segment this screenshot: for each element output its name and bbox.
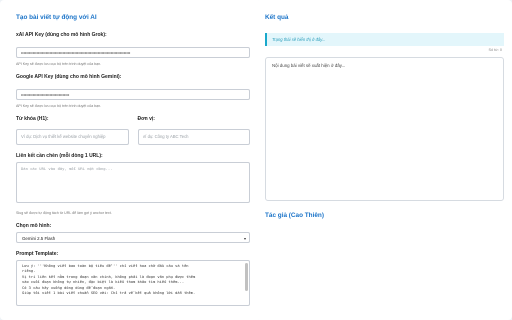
chevron-down-icon: ▾ <box>243 235 246 241</box>
generator-panel: Tạo bài viết tự động với AI xAI API Key … <box>0 0 262 320</box>
keyword-input[interactable] <box>16 128 129 145</box>
model-select-value: Gemini 2.5 Flash <box>22 235 56 241</box>
xai-key-input[interactable] <box>16 47 250 58</box>
model-group: Chọn mô hình: Gemini 2.5 Flash ▾ <box>16 223 250 243</box>
template-line: Giúp tôi viết 1 bài viết chuẩn SEO với: … <box>22 291 196 296</box>
links-textarea[interactable] <box>16 161 250 203</box>
result-panel: Kết quả Trạng thái sẽ hiển thị ở đây... … <box>256 0 512 320</box>
google-key-hint: API Key sẽ được lưu cục bộ trên trình du… <box>16 104 102 108</box>
template-group: Prompt Template: Lưu ý: '''Không viết ba… <box>16 251 250 306</box>
google-key-input[interactable] <box>16 89 250 100</box>
generator-title: Tạo bài viết tự động với AI <box>16 14 97 21</box>
unit-group: Đơn vị: <box>137 116 250 145</box>
xai-key-group: xAI API Key (dùng cho mô hình Grok): API… <box>16 32 250 66</box>
keyword-label: Từ khóa (H1): <box>16 116 49 122</box>
word-count: Số từ: 0 <box>488 48 502 52</box>
output-area[interactable]: Nội dung bài viết sẽ xuất hiện ở đây... <box>265 57 504 201</box>
keyword-group: Từ khóa (H1): <box>16 116 129 145</box>
template-textarea[interactable]: Lưu ý: '''Không viết bao toàn bộ tiêu đề… <box>16 259 250 306</box>
keyword-unit-row: Từ khóa (H1): Đơn vị: <box>16 116 250 145</box>
xai-key-hint: API Key sẽ được lưu cục bộ trên trình du… <box>16 62 102 66</box>
template-label: Prompt Template: <box>16 250 59 257</box>
xai-key-label: xAI API Key (dùng cho mô hình Grok): <box>16 32 107 38</box>
template-scrollbar[interactable] <box>245 262 248 291</box>
status-message: Trạng thái sẽ hiển thị ở đây... <box>265 33 504 46</box>
google-key-label: Google API Key (dùng cho mô hình Gemini)… <box>16 74 122 80</box>
google-key-group: Google API Key (dùng cho mô hình Gemini)… <box>16 74 250 108</box>
output-placeholder: Nội dung bài viết sẽ xuất hiện ở đây... <box>272 63 346 68</box>
model-select[interactable]: Gemini 2.5 Flash ▾ <box>16 231 250 243</box>
links-hint: Slug sẽ được tự động tách từ URL để làm … <box>16 210 112 215</box>
result-title: Kết quả <box>265 14 289 21</box>
links-label: Liên kết cần chèn (mỗi dòng 1 URL): <box>16 152 103 159</box>
unit-input[interactable] <box>137 128 250 145</box>
unit-label: Đơn vị: <box>137 116 155 122</box>
model-label: Chọn mô hình: <box>16 222 52 229</box>
author-credit: Tác giả (Cao Thiên) <box>265 212 324 219</box>
links-group: Liên kết cần chèn (mỗi dòng 1 URL): Slug… <box>16 153 250 215</box>
